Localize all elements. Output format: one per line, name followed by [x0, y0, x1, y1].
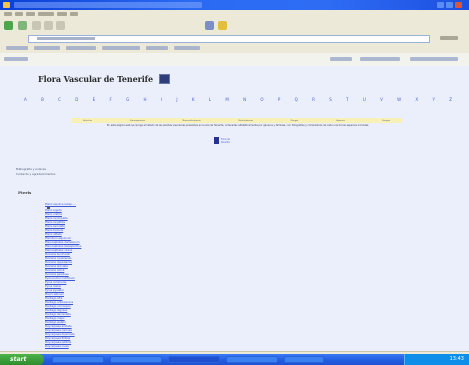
alphabet-letter[interactable]: T: [346, 95, 348, 105]
window-title: [14, 2, 202, 8]
alphabet-letter[interactable]: N: [243, 95, 246, 105]
category-link[interactable]: Monocotiledóneas: [182, 120, 200, 122]
alphabet-letter[interactable]: V: [380, 95, 383, 105]
clock: 13:43: [449, 356, 464, 362]
menu-help[interactable]: [70, 12, 78, 16]
page-content: Flora Vascular de Tenerife A B C D E F G H I J K L M…: [0, 66, 469, 351]
refresh-icon[interactable]: [44, 21, 53, 30]
category-link[interactable]: Musgos: [291, 120, 299, 122]
menu-tools[interactable]: [57, 12, 67, 16]
alphabet-letter[interactable]: W: [397, 95, 401, 105]
alphabet-letter[interactable]: F: [109, 95, 111, 105]
menu-favorites[interactable]: [38, 12, 54, 16]
close-button[interactable]: [455, 2, 462, 8]
address-input[interactable]: [28, 35, 430, 43]
menu-view[interactable]: [26, 12, 35, 16]
site-link[interactable]: [330, 57, 352, 61]
species-link[interactable]: Polycarpaea nivea: [45, 345, 81, 349]
go-button[interactable]: [440, 36, 458, 40]
contact-link[interactable]: Contacto y agradecimientos: [16, 172, 55, 177]
window-titlebar: [0, 0, 469, 10]
alphabet-letter[interactable]: C: [58, 95, 61, 105]
alphabet-letter[interactable]: Z: [449, 95, 452, 105]
link-item[interactable]: [66, 46, 96, 50]
system-tray: 13:43: [404, 354, 469, 365]
menu-file[interactable]: [4, 12, 12, 16]
alphabet-letter[interactable]: D: [75, 95, 78, 105]
forward-icon[interactable]: [18, 21, 27, 30]
home-icon[interactable]: [56, 21, 65, 30]
category-link[interactable]: Hongos: [382, 120, 390, 122]
taskbar-item[interactable]: [284, 356, 324, 363]
alphabet-letter[interactable]: A: [24, 95, 27, 105]
link-item[interactable]: [6, 46, 28, 50]
page-heading: Flora Vascular de Tenerife: [38, 72, 170, 85]
category-bar: Helechos Gimnospermas Monocotiledóneas Dico…: [71, 118, 402, 123]
site-link[interactable]: [410, 57, 458, 61]
taskbar-item[interactable]: [226, 356, 278, 363]
maximize-button[interactable]: [446, 2, 453, 8]
alphabet-letter[interactable]: E: [93, 95, 96, 105]
alphabet-letter[interactable]: K: [192, 95, 195, 105]
alphabet-letter[interactable]: O: [260, 95, 263, 105]
taskbar-item-active[interactable]: [168, 356, 220, 363]
favorites-icon[interactable]: [218, 21, 227, 30]
alphabet-letter[interactable]: Q: [295, 95, 298, 105]
category-link[interactable]: Gimnospermas: [130, 120, 145, 122]
search-icon[interactable]: [205, 21, 214, 30]
category-link[interactable]: Dicotiledóneas: [238, 120, 253, 122]
alphabet-letter[interactable]: I: [161, 95, 162, 105]
page-title: Flora Vascular de Tenerife: [38, 73, 153, 84]
start-label: start: [10, 356, 27, 363]
back-icon[interactable]: [4, 21, 13, 30]
site-link[interactable]: [360, 57, 400, 61]
alphabet-letter[interactable]: M: [225, 95, 228, 105]
alphabet-letter[interactable]: B: [41, 95, 44, 105]
taskbar-item[interactable]: [52, 356, 104, 363]
alphabet-letter[interactable]: S: [329, 95, 332, 105]
category-link[interactable]: Helechos: [83, 120, 92, 122]
stop-icon[interactable]: [32, 21, 41, 30]
left-links: Bibliografía y enlaces Contacto y agrade…: [16, 167, 55, 177]
toolbar: [0, 18, 469, 34]
minimize-button[interactable]: [437, 2, 444, 8]
link-item[interactable]: [174, 46, 200, 50]
book-icon: [214, 137, 219, 144]
link-item[interactable]: [34, 46, 60, 50]
browser-icon: [3, 2, 10, 8]
alphabet-letter[interactable]: U: [363, 95, 366, 105]
menu-edit[interactable]: [15, 12, 23, 16]
alphabet-letter[interactable]: P: [278, 95, 280, 105]
species-list: Pteris aquilina subsp. ... Pteris arguta P…: [45, 203, 81, 349]
alphabet-index: A B C D E F G H I J K L M N O P Q R S T U V W X Y Z: [24, 95, 452, 105]
flora-badge[interactable]: Flora de Tenerife: [214, 137, 230, 144]
start-button[interactable]: start: [0, 354, 44, 365]
alphabet-letter[interactable]: L: [209, 95, 211, 105]
alphabet-letter[interactable]: H: [144, 95, 147, 105]
taskbar: start 13:43: [0, 354, 469, 365]
badge-line: Tenerife: [221, 140, 230, 144]
link-item[interactable]: [102, 46, 140, 50]
description: En esta página web se recoge el listado …: [106, 124, 370, 127]
alphabet-letter[interactable]: G: [126, 95, 129, 105]
site-link[interactable]: [4, 57, 28, 61]
species-link[interactable]: Pteris aquilina subsp. ...: [45, 203, 81, 207]
flag-icon[interactable]: [159, 73, 170, 84]
alphabet-letter[interactable]: R: [312, 95, 315, 105]
genus-heading: Pteris: [18, 190, 32, 195]
link-item[interactable]: [146, 46, 168, 50]
category-link[interactable]: Líquenes: [336, 120, 345, 122]
site-toolbar: [0, 53, 469, 67]
taskbar-item[interactable]: [110, 356, 162, 363]
alphabet-letter[interactable]: Y: [432, 95, 434, 105]
alphabet-letter[interactable]: X: [415, 95, 418, 105]
alphabet-letter[interactable]: J: [176, 95, 177, 105]
